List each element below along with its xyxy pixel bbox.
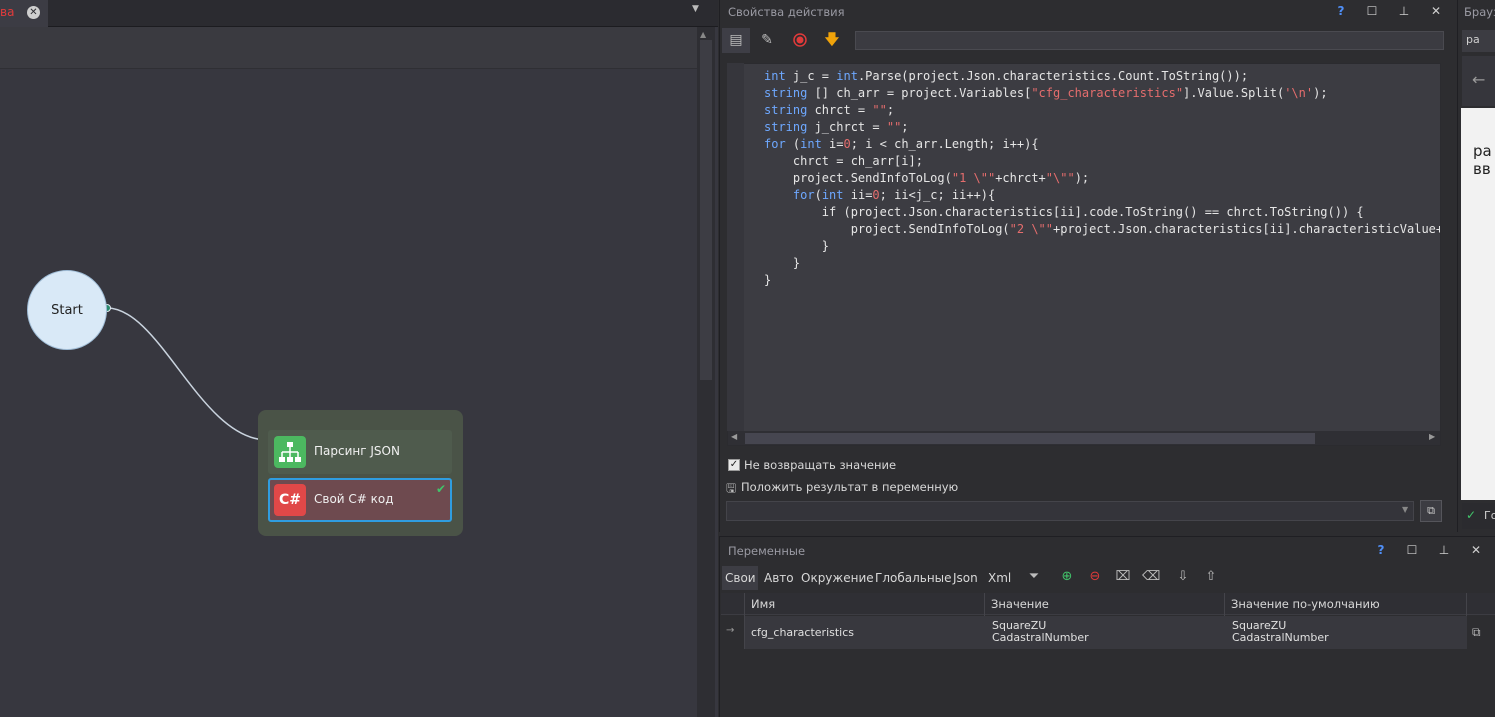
tab-environment[interactable]: Окружение [801,571,874,591]
browser-tab-text: ра [1466,33,1480,46]
status-ok-icon: ✓ [1466,508,1477,522]
column-name[interactable]: Имя [751,597,775,611]
canvas-tab-bar [0,0,718,27]
code-line: int j_c = int.Parse(project.Json.charact… [764,69,1249,83]
browser-tab[interactable]: ра [1462,30,1495,52]
browser-nav-bar: ← [1462,56,1495,106]
close-button[interactable]: ✕ [1467,543,1485,557]
close-icon[interactable]: ✕ [27,6,40,19]
connection-line [106,307,267,441]
clear-value-icon[interactable]: ⌧ [1114,569,1132,584]
scroll-right-icon[interactable]: ▶ [1429,432,1435,441]
code-line: project.SendInfoToLog("2 \""+project.Jso… [764,222,1440,236]
properties-search-input[interactable] [855,31,1444,50]
maximize-button[interactable]: ☐ [1363,4,1381,18]
variable-name[interactable]: cfg_characteristics [751,627,854,639]
action-label: Парсинг JSON [314,444,400,458]
copy-icon[interactable]: ⧉ [1420,500,1442,522]
save-icon: 🖫 [726,481,737,495]
start-node[interactable]: Start [27,270,107,350]
remove-variable-icon[interactable]: ⊖ [1086,569,1104,584]
tab-global[interactable]: Глобальные [875,571,952,591]
record-icon[interactable] [786,28,814,53]
move-down-icon[interactable]: ⇩ [1174,569,1192,584]
move-up-icon[interactable]: ⇧ [1202,569,1220,584]
result-variable-select[interactable] [726,501,1414,521]
column-value[interactable]: Значение [991,597,1049,611]
check-icon: ✔ [436,482,447,496]
connection-layer [103,304,271,444]
value-line: CadastralNumber [992,631,1089,644]
column-default[interactable]: Значение по-умолчанию [1231,597,1380,611]
action-parse-json[interactable]: Парсинг JSON [268,430,452,474]
sitemap-icon [274,436,306,468]
variable-value[interactable]: SquareZU CadastralNumber [992,620,1089,644]
browser-status-text: Го [1484,509,1495,522]
help-button[interactable]: ? [1372,543,1390,557]
start-node-label: Start [51,303,83,318]
code-line: chrct = ch_arr[i]; [764,154,923,168]
canvas-toolbar [0,27,697,69]
action-label: Свой C# код [314,492,394,506]
browser-title: Брауз [1464,5,1495,19]
action-csharp-code[interactable]: C# Свой C# код ✔ [268,478,452,522]
browser-text-line: вв [1473,160,1491,178]
canvas-tab[interactable]: ва ✕ [0,0,48,27]
pin-button[interactable]: ⊥ [1395,4,1413,18]
eraser-icon[interactable]: ⌫ [1142,569,1160,584]
canvas-tab-title: ва [0,5,15,19]
code-line: for (int i=0; i < ch_arr.Length; i++){ [764,137,1039,151]
scroll-up-icon[interactable]: ▲ [700,30,706,39]
chevron-down-icon[interactable]: ▼ [692,4,699,14]
panel-title: Свойства действия [728,5,845,19]
browser-status-bar: ✓ Го [1462,503,1495,529]
code-line: string chrct = ""; [764,103,895,117]
code-gutter [727,63,744,431]
default-line: CadastralNumber [1232,631,1329,644]
properties-view-icon[interactable]: ▤ [722,28,750,53]
canvas-scrollbar-thumb[interactable] [700,40,712,380]
no-return-checkbox[interactable]: ✓ [728,459,740,471]
code-text[interactable]: int j_c = int.Parse(project.Json.charact… [764,68,1440,289]
row-pointer-icon: → [726,625,735,636]
code-line: string [] ch_arr = project.Variables["cf… [764,86,1328,100]
csharp-icon: C# [274,484,306,516]
scroll-left-icon[interactable]: ◀ [731,432,737,441]
add-variable-icon[interactable]: ⊕ [1058,569,1076,584]
chevron-down-icon[interactable]: ▼ [1402,505,1408,514]
no-return-label: Не возвращать значение [744,458,897,472]
code-line: } [764,239,830,253]
arrow-down-icon[interactable]: 🡇 [818,28,846,53]
browser-page-text: ра вв [1473,142,1492,178]
code-line: } [764,256,801,270]
variables-title: Переменные [728,544,806,558]
back-arrow-icon[interactable]: ← [1472,70,1485,89]
filter-icon[interactable]: ⏷ [1025,569,1043,584]
put-result-label: Положить результат в переменную [741,480,959,494]
code-line: } [764,273,772,287]
tab-json[interactable]: Json [953,571,978,591]
pin-button[interactable]: ⊥ [1435,543,1453,557]
code-line: string j_chrct = ""; [764,120,909,134]
code-line: for(int ii=0; ii<j_c; ii++){ [792,188,996,202]
copy-icon[interactable]: ⧉ [1472,625,1481,640]
help-button[interactable]: ? [1332,4,1350,18]
close-button[interactable]: ✕ [1427,4,1445,18]
edit-code-icon[interactable]: ✎ [753,28,781,53]
code-line: project.SendInfoToLog("1 \""+chrct+"\"")… [764,171,1090,185]
variable-default[interactable]: SquareZU CadastralNumber [1232,620,1329,644]
code-scrollbar-thumb[interactable] [745,433,1315,444]
tab-xml[interactable]: Xml [988,571,1011,591]
tab-auto[interactable]: Авто [764,571,794,591]
tab-own[interactable]: Свои [722,566,758,590]
code-line: if (project.Json.characteristics[ii].cod… [764,205,1364,219]
browser-text-line: ра [1473,142,1492,160]
maximize-button[interactable]: ☐ [1403,543,1421,557]
